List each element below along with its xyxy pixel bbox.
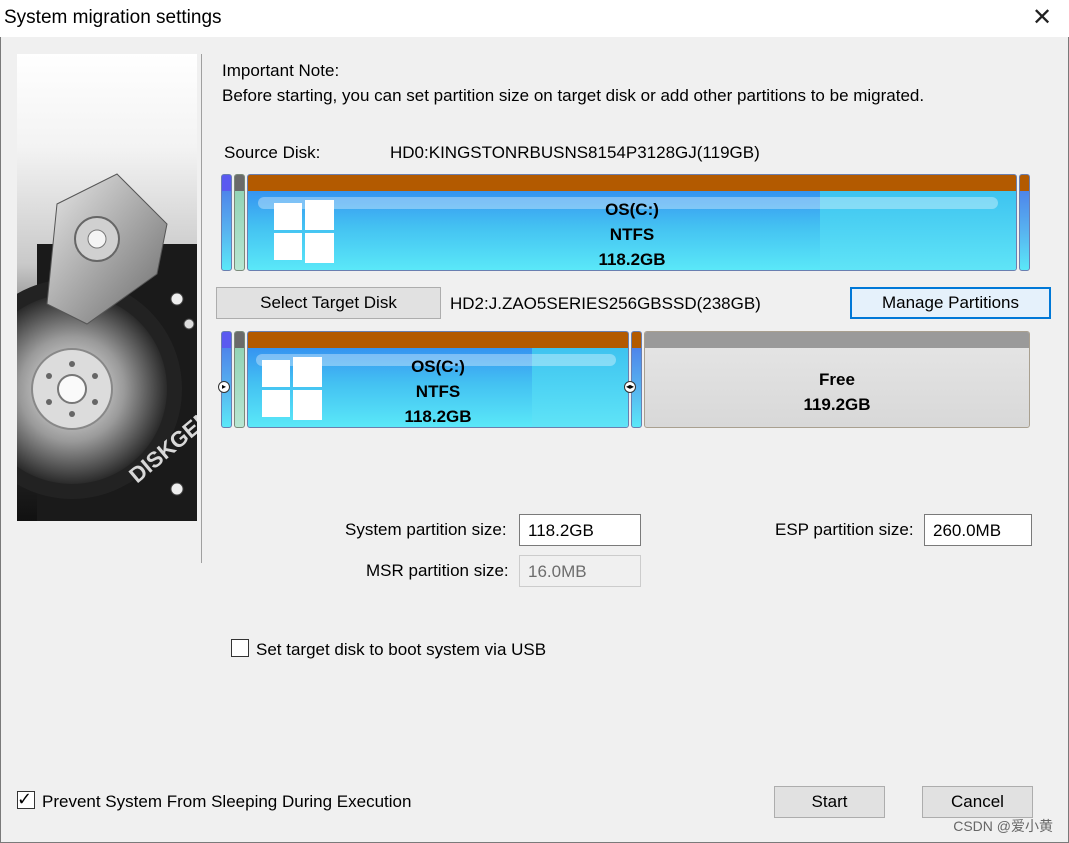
source-recovery-partition[interactable] (1019, 174, 1030, 271)
target-msr-partition[interactable] (234, 331, 245, 428)
prevent-sleep-label[interactable]: Prevent System From Sleeping During Exec… (42, 792, 411, 812)
source-partition-name: OS(C:) (605, 200, 659, 219)
start-button[interactable]: Start (774, 786, 885, 818)
target-partition-fs: NTFS (415, 382, 461, 401)
free-space-label: Free (819, 370, 855, 389)
msr-partition-size-label: MSR partition size: (366, 561, 509, 580)
note-body: Before starting, you can set partition s… (222, 86, 925, 105)
resize-left-handle-icon[interactable]: ▸ (218, 381, 230, 393)
source-disk-label: Source Disk: (224, 143, 321, 162)
source-esp-partition[interactable] (221, 174, 232, 271)
window-title: System migration settings (4, 7, 222, 28)
usb-boot-label[interactable]: Set target disk to boot system via USB (256, 640, 546, 660)
source-disk-map: OS(C:) NTFS 118.2GB (221, 174, 1031, 272)
checkmark-icon: ✓ (17, 789, 33, 809)
target-disk-name: HD2:J.ZAO5SERIES256GBSSD(238GB) (450, 294, 761, 313)
diskgenius-banner-image: DISKGENIUS (17, 54, 197, 521)
target-partition-size: 118.2GB (404, 407, 472, 426)
source-partition-size: 118.2GB (598, 250, 666, 269)
target-disk-map: ▸ OS(C:) NTFS 118.2GB ◂▸ Free 119.2GB (218, 331, 1031, 429)
target-partition-name: OS(C:) (411, 357, 465, 376)
target-esp-partition[interactable] (221, 331, 232, 428)
manage-partitions-button[interactable]: Manage Partitions (850, 287, 1051, 319)
close-icon[interactable]: ✕ (1029, 5, 1055, 31)
select-target-disk-button[interactable]: Select Target Disk (216, 287, 441, 319)
watermark: CSDN @爱小黄 (953, 818, 1053, 834)
source-partition-fs: NTFS (609, 225, 655, 244)
prevent-sleep-checkbox[interactable]: ✓ (17, 789, 35, 809)
source-os-partition[interactable]: OS(C:) NTFS 118.2GB (247, 174, 1017, 271)
resize-handle-icon[interactable]: ◂▸ (624, 381, 636, 393)
system-partition-size-label: System partition size: (345, 520, 507, 539)
esp-partition-size-field[interactable]: 260.0MB (924, 514, 1032, 546)
hard-disk-illustration: DISKGENIUS (17, 173, 197, 521)
target-recovery-partition[interactable] (631, 331, 642, 428)
banner-separator (201, 54, 202, 563)
free-space-size: 119.2GB (803, 395, 871, 414)
title-bar: System migration settings ✕ (0, 0, 1069, 37)
target-free-space[interactable]: Free 119.2GB (644, 331, 1030, 428)
note-heading: Important Note: (222, 61, 340, 80)
cancel-button[interactable]: Cancel (922, 786, 1033, 818)
esp-partition-size-label: ESP partition size: (775, 520, 914, 539)
usb-boot-checkbox[interactable] (231, 639, 249, 657)
system-partition-size-field[interactable]: 118.2GB (519, 514, 641, 546)
target-os-partition[interactable]: OS(C:) NTFS 118.2GB (247, 331, 629, 428)
source-msr-partition[interactable] (234, 174, 245, 271)
msr-partition-size-field: 16.0MB (519, 555, 641, 587)
source-disk-name: HD0:KINGSTONRBUSNS8154P3128GJ(119GB) (390, 143, 760, 162)
